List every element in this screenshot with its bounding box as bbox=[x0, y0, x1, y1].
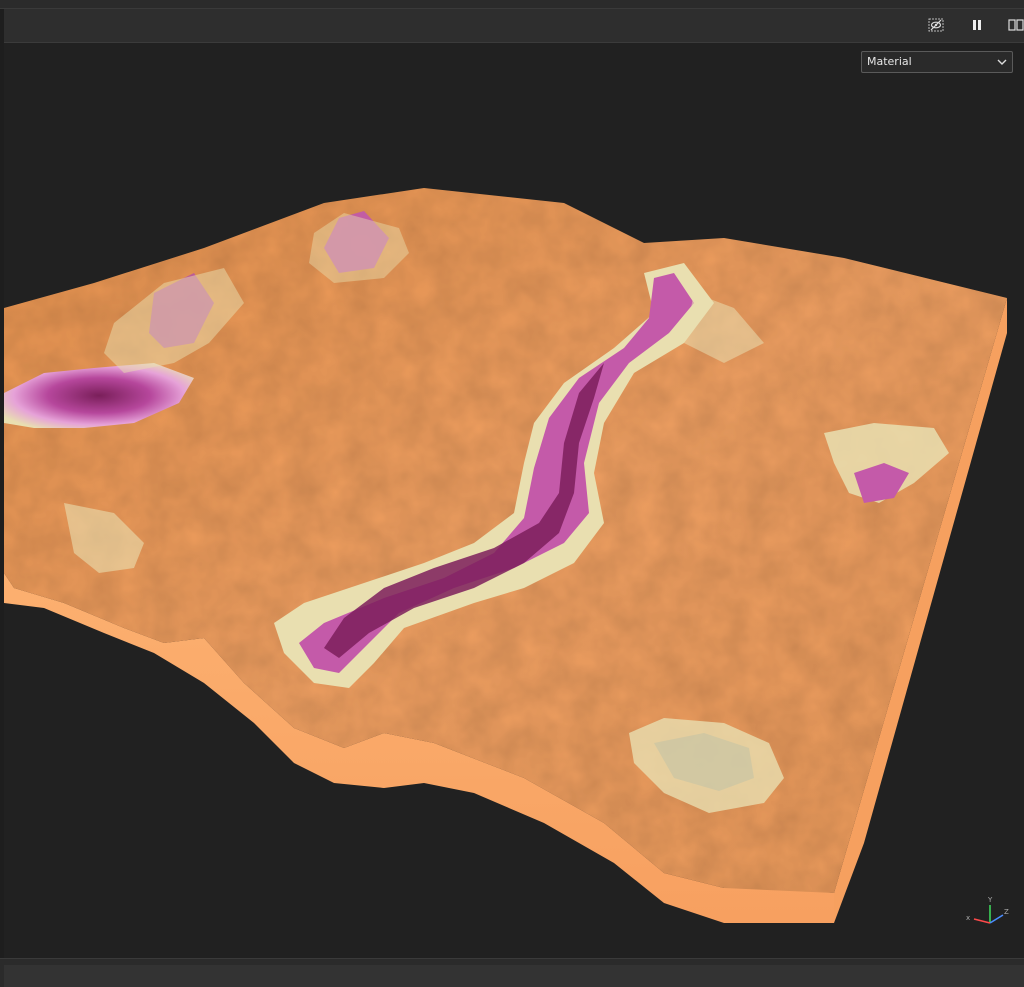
split-view-button[interactable] bbox=[1006, 15, 1024, 35]
gizmo-z-label: Z bbox=[1004, 908, 1009, 916]
pause-icon bbox=[973, 20, 981, 30]
title-strip bbox=[0, 0, 1024, 9]
status-bar bbox=[0, 958, 1024, 987]
toggle-visibility-button[interactable] bbox=[926, 15, 946, 35]
render-mode-label: Material bbox=[867, 55, 912, 68]
split-view-icon bbox=[1008, 19, 1024, 31]
viewport-toolbar bbox=[4, 9, 1024, 43]
status-bar-panel bbox=[4, 965, 1024, 987]
3d-viewport[interactable]: Material Y Z x bbox=[4, 43, 1024, 958]
gizmo-x-label: x bbox=[966, 914, 970, 922]
render-mode-dropdown[interactable]: Material bbox=[861, 51, 1013, 73]
gizmo-y-label: Y bbox=[987, 896, 993, 904]
terrain-mesh bbox=[4, 188, 1007, 923]
eye-off-icon bbox=[928, 18, 944, 32]
chevron-down-icon bbox=[997, 59, 1007, 65]
pause-button[interactable] bbox=[967, 15, 987, 35]
axis-gizmo: Y Z x bbox=[966, 896, 1009, 924]
